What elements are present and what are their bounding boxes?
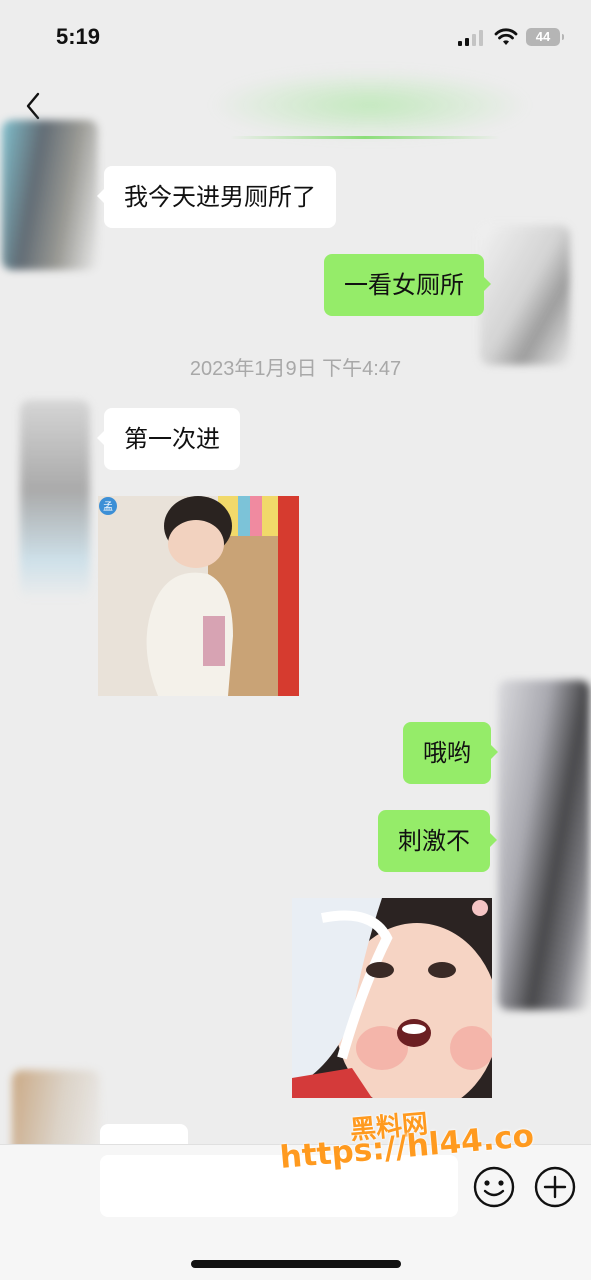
outgoing-message[interactable]: 刺激不 bbox=[378, 810, 497, 872]
message-timestamp: 2023年1月9日 下午4:47 bbox=[189, 358, 402, 380]
message-text: 一看女厕所 bbox=[344, 271, 464, 299]
girl-leaning-on-door-sticker[interactable]: 孟 bbox=[98, 496, 299, 696]
sticker-image bbox=[292, 898, 492, 1098]
status-bar: 5:19 44 bbox=[0, 0, 591, 70]
wifi-icon bbox=[494, 28, 518, 45]
home-indicator bbox=[191, 1260, 401, 1268]
avatar-blurred[interactable] bbox=[2, 120, 98, 270]
incoming-message[interactable]: 我今天进男厕所了 bbox=[97, 166, 336, 228]
message-text: 刺激不 bbox=[398, 827, 470, 855]
message-text: 第一次进 bbox=[124, 425, 220, 453]
message-text: 我今天进男厕所了 bbox=[124, 183, 316, 211]
battery-level: 44 bbox=[535, 29, 551, 44]
surprised-toddler-sticker[interactable] bbox=[292, 898, 492, 1098]
avatar-blurred[interactable] bbox=[498, 680, 590, 1010]
plus-circle-icon[interactable] bbox=[533, 1165, 577, 1209]
svg-text:孟: 孟 bbox=[103, 501, 113, 513]
avatar-blurred[interactable] bbox=[480, 225, 570, 365]
message-text: 哦哟 bbox=[423, 739, 471, 767]
incoming-message[interactable]: 第一次进 bbox=[97, 408, 240, 470]
status-time: 5:19 bbox=[56, 24, 101, 49]
battery-indicator: 44 bbox=[526, 28, 564, 46]
outgoing-message[interactable]: 一看女厕所 bbox=[324, 254, 491, 316]
sticker-image: 孟 bbox=[98, 496, 299, 696]
cellular-signal-icon bbox=[458, 30, 483, 46]
chevron-left-icon[interactable] bbox=[18, 88, 50, 124]
avatar-blurred[interactable] bbox=[20, 400, 90, 600]
smiley-face-icon[interactable] bbox=[472, 1165, 516, 1209]
outgoing-message[interactable]: 哦哟 bbox=[403, 722, 498, 784]
